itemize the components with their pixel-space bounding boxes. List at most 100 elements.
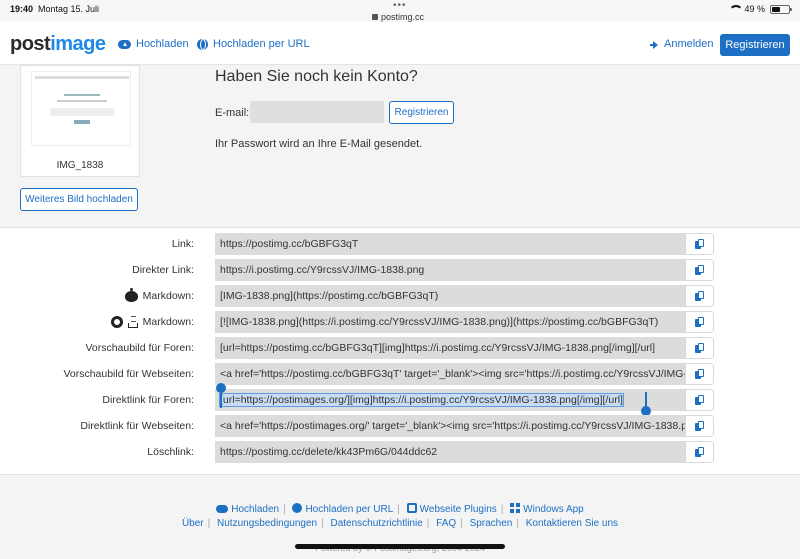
copy-button[interactable] xyxy=(685,233,714,255)
reddit-icon xyxy=(124,287,138,302)
cloud-upload-icon xyxy=(216,505,229,513)
selected-text[interactable]: [url=https://postimages.org/][img]https:… xyxy=(219,393,624,407)
footer-primary-links: Hochladen | Hochladen per URL | Webseite P… xyxy=(0,503,800,515)
nav-upload-label: Hochladen xyxy=(136,38,189,50)
footer-privacy-link[interactable]: Datenschutzrichtlinie xyxy=(331,518,423,529)
copy-icon xyxy=(695,421,704,431)
copy-icon xyxy=(695,317,704,327)
website-direct-link-label: Direktlink für Webseiten: xyxy=(80,420,194,432)
website-direct-link-field[interactable]: <a href='https://postimages.org/' target… xyxy=(215,415,685,437)
copy-icon xyxy=(695,291,704,301)
copy-button[interactable] xyxy=(685,259,714,281)
nav-upload-link[interactable]: Hochladen xyxy=(118,38,189,50)
nav-upload-url-link[interactable]: Hochladen per URL xyxy=(197,38,310,50)
copy-button[interactable] xyxy=(685,415,714,437)
link-row: Link: https://postimg.cc/bGBFG3qT xyxy=(0,233,800,255)
globe-icon xyxy=(197,38,208,50)
nav-upload-url-label: Hochladen per URL xyxy=(213,38,310,50)
stackoverflow-icon xyxy=(127,316,138,328)
forum-direct-link-row: Direktlink für Foren: [url=https://posti… xyxy=(0,383,800,416)
home-indicator[interactable] xyxy=(295,544,505,549)
copy-icon xyxy=(695,265,704,275)
copy-icon xyxy=(695,369,704,379)
website-direct-link-label-text: Direktlink für Webseiten: xyxy=(80,420,194,432)
forum-thumbnail-label-text: Vorschaubild für Foren: xyxy=(85,342,194,354)
login-link[interactable]: Anmelden xyxy=(650,38,714,50)
footer-contact-link[interactable]: Kontaktieren Sie uns xyxy=(526,518,618,529)
markdown-reddit-field[interactable]: [IMG-1838.png](https://postimg.cc/bGBFG3… xyxy=(215,285,685,307)
windows-icon xyxy=(510,503,521,513)
copy-button[interactable] xyxy=(685,337,714,359)
website-thumbnail-row: Vorschaubild für Webseiten: <a href='htt… xyxy=(0,363,800,385)
address-bar[interactable]: postimg.cc xyxy=(372,12,424,22)
link-label: Link: xyxy=(172,238,194,250)
direct-link-label: Direkter Link: xyxy=(132,264,194,276)
upload-result-header: IMG_1838 Weiteres Bild hochladen Haben S… xyxy=(0,65,800,227)
copy-icon xyxy=(695,239,704,249)
clock: 19:40 xyxy=(10,4,34,14)
forum-direct-link-label-text: Direktlink für Foren: xyxy=(102,394,194,406)
website-thumbnail-label: Vorschaubild für Webseiten: xyxy=(63,368,194,380)
forum-direct-link-label: Direktlink für Foren: xyxy=(102,394,194,406)
forum-thumbnail-field[interactable]: [url=https://postimg.cc/bGBFG3qT][img]ht… xyxy=(215,337,685,359)
sign-in-icon xyxy=(650,40,659,49)
footer-plugins-link[interactable]: Webseite Plugins xyxy=(406,503,497,515)
github-icon xyxy=(110,316,123,328)
account-register-button[interactable]: Registrieren xyxy=(389,101,454,124)
markdown-reddit-label: Markdown: xyxy=(124,287,194,302)
battery-fill xyxy=(772,6,780,12)
footer-about-link[interactable]: Über xyxy=(182,518,204,529)
delete-link-label-text: Löschlink: xyxy=(147,446,194,458)
footer-windows-app-link[interactable]: Windows App xyxy=(510,503,584,515)
copy-button[interactable] xyxy=(685,285,714,307)
copy-button[interactable] xyxy=(685,363,714,385)
link-field[interactable]: https://postimg.cc/bGBFG3qT xyxy=(215,233,685,255)
email-field[interactable] xyxy=(250,101,384,123)
footer-plugins-label: Webseite Plugins xyxy=(419,504,497,515)
markdown-reddit-label-text: Markdown: xyxy=(142,290,194,302)
globe-icon xyxy=(292,503,303,513)
markdown-reddit-row: Markdown: [IMG-1838.png](https://postimg… xyxy=(0,285,800,307)
direct-link-label-text: Direkter Link: xyxy=(132,264,194,276)
delete-link-label: Löschlink: xyxy=(147,446,194,458)
share-links-panel: Link: https://postimg.cc/bGBFG3qT Direkt… xyxy=(0,227,800,475)
logo-part-a: post xyxy=(10,33,51,55)
direct-link-field[interactable]: https://i.postimg.cc/Y9rcssVJ/IMG-1838.p… xyxy=(215,259,685,281)
direct-link-row: Direkter Link: https://i.postimg.cc/Y9rc… xyxy=(0,259,800,281)
delete-link-field[interactable]: https://postimg.cc/delete/kk43Pm6G/044dd… xyxy=(215,441,685,463)
image-thumbnail[interactable] xyxy=(31,71,131,146)
forum-thumbnail-label: Vorschaubild für Foren: xyxy=(85,342,194,354)
date: Montag 15. Juli xyxy=(38,4,100,14)
battery-icon xyxy=(770,4,792,14)
footer-upload-link[interactable]: Hochladen xyxy=(216,504,279,515)
upload-more-button[interactable]: Weiteres Bild hochladen xyxy=(20,188,138,211)
copy-icon xyxy=(695,447,704,457)
nav-register-button[interactable]: Registrieren xyxy=(720,34,790,56)
plugin-icon xyxy=(406,503,417,513)
footer-faq-link[interactable]: FAQ xyxy=(436,518,456,529)
website-thumbnail-field[interactable]: <a href='https://postimg.cc/bGBFG3qT' ta… xyxy=(215,363,685,385)
footer-upload-url-label: Hochladen per URL xyxy=(305,504,394,515)
copy-button[interactable] xyxy=(685,441,714,463)
footer-upload-url-link[interactable]: Hochladen per URL xyxy=(292,503,394,515)
footer-terms-link[interactable]: Nutzungsbedingungen xyxy=(217,518,317,529)
image-thumbnail-card[interactable]: IMG_1838 xyxy=(20,65,140,177)
selection-start-handle[interactable] xyxy=(216,383,226,393)
more-dots-icon[interactable]: ••• xyxy=(393,0,407,11)
email-label: E-mail: xyxy=(215,107,250,119)
footer-upload-label: Hochladen xyxy=(231,504,280,515)
copy-button[interactable] xyxy=(685,311,714,333)
delete-link-row: Löschlink: https://postimg.cc/delete/kk4… xyxy=(0,441,800,463)
login-label: Anmelden xyxy=(664,38,714,50)
account-title: Haben Sie noch kein Konto? xyxy=(215,68,418,85)
footer-languages-link[interactable]: Sprachen xyxy=(470,518,513,529)
forum-direct-link-field[interactable]: [url=https://postimages.org/][img]https:… xyxy=(215,389,685,411)
markdown-github-row: Markdown: [![IMG-1838.png](https://i.pos… xyxy=(0,311,800,333)
postimage-logo[interactable]: postimage xyxy=(10,33,106,56)
image-name: IMG_1838 xyxy=(56,160,104,171)
markdown-github-field[interactable]: [![IMG-1838.png](https://i.postimg.cc/Y9… xyxy=(215,311,685,333)
selection-start-stem xyxy=(220,392,222,408)
website-thumbnail-label-text: Vorschaubild für Webseiten: xyxy=(63,368,194,380)
copy-button[interactable] xyxy=(685,389,714,411)
cloud-upload-icon xyxy=(118,39,131,49)
